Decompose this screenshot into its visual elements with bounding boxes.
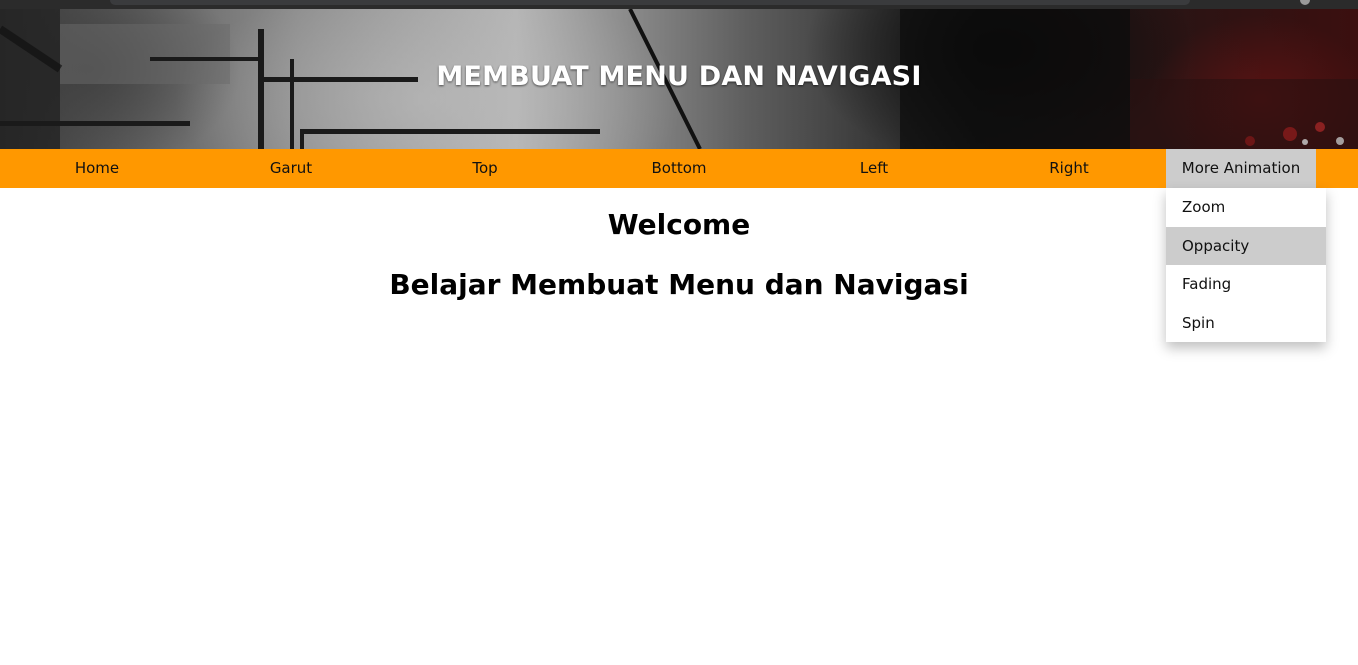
nav-item-home[interactable]: Home [0,149,194,188]
address-bar-edge [110,0,1190,5]
main-navbar: Home Garut Top Bottom Left Right More An… [0,149,1358,188]
site-title: MEMBUAT MENU DAN NAVIGASI [436,61,922,92]
profile-icon[interactable] [1300,0,1310,5]
header-banner: MEMBUAT MENU DAN NAVIGASI [0,9,1358,149]
page-subheading: Belajar Membuat Menu dan Navigasi [389,268,969,301]
nav-item-more-animation[interactable]: More Animation [1166,149,1316,188]
nav-item-garut[interactable]: Garut [194,149,388,188]
nav-item-right[interactable]: Right [972,149,1166,188]
dropdown-item-spin[interactable]: Spin [1166,304,1326,343]
nav-item-bottom[interactable]: Bottom [582,149,776,188]
browser-top-strip [0,0,1358,9]
nav-item-left[interactable]: Left [776,149,972,188]
welcome-heading: Welcome [607,208,751,241]
nav-item-top[interactable]: Top [388,149,582,188]
